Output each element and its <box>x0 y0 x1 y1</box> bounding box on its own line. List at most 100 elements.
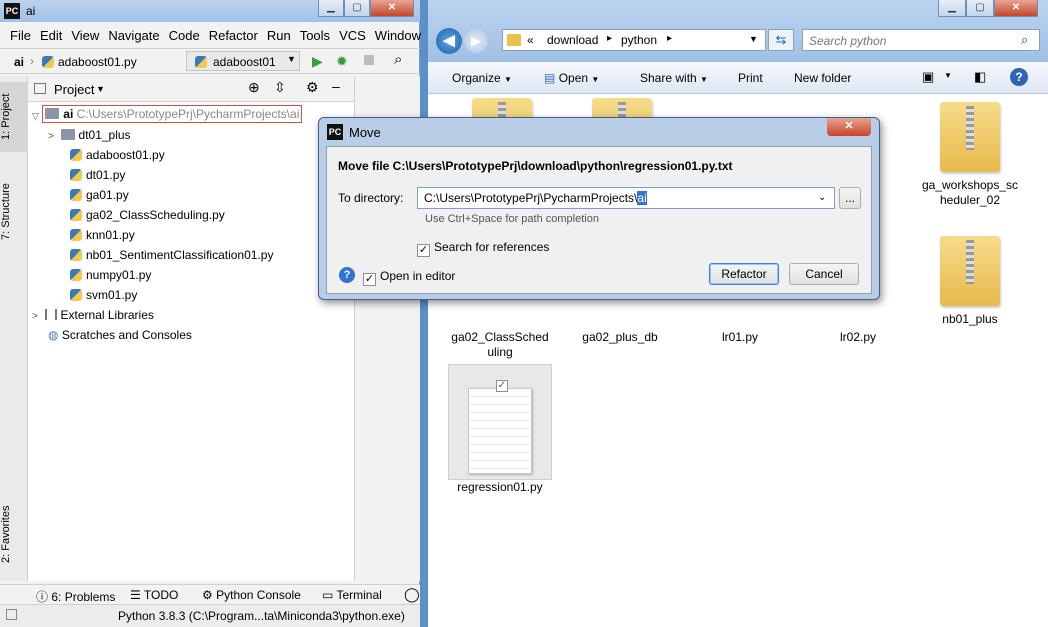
close-button[interactable]: ✕ <box>370 0 414 17</box>
tree-item[interactable]: adaboost01.py <box>70 145 165 165</box>
chevron-down-icon[interactable]: ▼ <box>96 84 105 94</box>
file-tile-selected[interactable]: ✓ regression01.py <box>448 364 552 494</box>
menu-window[interactable]: Window <box>375 28 421 43</box>
select-checkbox[interactable]: ✓ <box>496 380 508 392</box>
chevron-right-icon: > <box>32 311 38 322</box>
todo-tab[interactable]: ☰ TODO <box>130 588 178 602</box>
print-button[interactable]: Print <box>738 71 763 85</box>
minimize-button[interactable]: ▁ <box>938 0 966 17</box>
share-with-button[interactable]: Share with ▼ <box>640 71 708 85</box>
tree-item[interactable]: ga01.py <box>70 185 129 205</box>
gear-icon[interactable]: ⚙ <box>306 79 319 96</box>
command-bar: Organize ▼ ▤ Open ▼ Share with ▼ Print N… <box>428 62 1048 94</box>
refresh-icon[interactable]: ⇆ <box>768 29 794 51</box>
hide-icon[interactable]: – <box>332 78 340 94</box>
tree-external-libraries[interactable]: > External Libraries <box>32 305 154 325</box>
menu-file[interactable]: File <box>10 28 31 43</box>
maximize-button[interactable]: ▢ <box>344 0 370 17</box>
terminal-tab[interactable]: ▭ Terminal <box>322 588 382 602</box>
folder-tile[interactable]: ga_workshops_sc heduler_02 <box>914 102 1026 208</box>
chevron-down-icon[interactable]: ⌄ <box>818 192 826 203</box>
path-segment-python[interactable]: python <box>621 33 657 47</box>
tree-item[interactable]: > dt01_plus <box>48 125 131 145</box>
tree-root[interactable]: ▽ ai C:\Users\PrototypePrj\PycharmProjec… <box>32 105 303 125</box>
directory-input[interactable]: C:\Users\PrototypePrj\PycharmProjects\ai… <box>417 187 835 209</box>
menu-vcs[interactable]: VCS <box>339 28 366 43</box>
menu-navigate[interactable]: Navigate <box>108 28 159 43</box>
chevron-right-icon[interactable]: ▸ <box>607 33 612 44</box>
menu-tools[interactable]: Tools <box>300 28 330 43</box>
browse-button[interactable]: ... <box>839 187 861 209</box>
menu-run[interactable]: Run <box>267 28 291 43</box>
dialog-close-button[interactable]: ✕ <box>827 118 871 136</box>
event-log-icon[interactable]: ◯ <box>404 586 420 603</box>
menu-code[interactable]: Code <box>169 28 200 43</box>
forward-arrow-icon[interactable]: ▶ <box>464 29 488 53</box>
favorites-side-tab[interactable]: 2: Favorites <box>0 496 28 572</box>
tree-scratches[interactable]: ◍ Scratches and Consoles <box>48 325 192 345</box>
chevron-down-icon[interactable]: ▼ <box>944 71 952 80</box>
project-side-tab[interactable]: 1: Project <box>0 82 28 152</box>
layout-icon[interactable] <box>6 609 17 620</box>
run-config-select[interactable]: adaboost01 ▼ <box>186 51 300 71</box>
cancel-button[interactable]: Cancel <box>789 263 859 285</box>
nav-project[interactable]: ai <box>14 55 24 69</box>
stop-icon[interactable] <box>364 55 374 65</box>
path-segment-download[interactable]: download <box>547 33 598 47</box>
search-box[interactable]: Search python ⌕ <box>802 29 1040 51</box>
locate-icon[interactable]: ⊕ <box>248 79 260 96</box>
search-references-checkbox[interactable]: ✓ Search for references <box>417 240 549 257</box>
chevron-down-icon[interactable]: ▼ <box>749 34 758 44</box>
open-in-editor-checkbox[interactable]: ✓ Open in editor <box>363 269 455 286</box>
python-file-icon <box>70 289 82 301</box>
run-icon[interactable]: ▶ <box>312 53 323 70</box>
project-panel-title[interactable]: Project <box>54 82 94 97</box>
tree-item[interactable]: knn01.py <box>70 225 135 245</box>
menu-view[interactable]: View <box>71 28 99 43</box>
help-icon[interactable]: ? <box>1010 68 1028 86</box>
tree-item[interactable]: ga02_ClassScheduling.py <box>70 205 225 225</box>
tree-item[interactable]: numpy01.py <box>70 265 151 285</box>
organize-button[interactable]: Organize ▼ <box>452 71 512 85</box>
close-button[interactable]: ✕ <box>994 0 1038 17</box>
folder-tile[interactable]: ga02_plus_db <box>564 330 676 345</box>
file-tile[interactable]: lr01.py <box>684 330 796 345</box>
folder-tile[interactable]: nb01_plus <box>914 236 1026 327</box>
organize-label: Organize <box>452 71 501 85</box>
folder-icon <box>507 34 521 46</box>
tree-item[interactable]: svm01.py <box>70 285 137 305</box>
tree-item-label: numpy01.py <box>86 268 152 282</box>
debug-icon[interactable]: ✹ <box>336 53 348 70</box>
help-icon[interactable]: ? <box>339 267 355 283</box>
file-tile[interactable]: lr02.py <box>802 330 914 345</box>
interpreter-status[interactable]: Python 3.8.3 (C:\Program...ta\Miniconda3… <box>118 609 405 623</box>
folder-icon <box>45 108 60 119</box>
back-arrow-icon[interactable]: ◀ <box>436 28 462 54</box>
menu-edit[interactable]: Edit <box>40 28 62 43</box>
tree-item[interactable]: nb01_SentimentClassification01.py <box>70 245 273 265</box>
share-with-label: Share with <box>640 71 697 85</box>
new-folder-button[interactable]: New folder <box>794 71 851 85</box>
open-button[interactable]: ▤ Open ▼ <box>544 71 599 85</box>
view-icon[interactable]: ▣ <box>922 69 934 85</box>
maximize-button[interactable]: ▢ <box>966 0 994 17</box>
chevron-right-icon: > <box>48 131 54 142</box>
path-overflow[interactable]: « <box>527 33 534 47</box>
minimize-button[interactable]: ▁ <box>318 0 344 17</box>
collapse-icon[interactable]: ⇳ <box>274 79 286 96</box>
preview-pane-icon[interactable]: ◧ <box>974 69 986 85</box>
tree-item[interactable]: dt01.py <box>70 165 125 185</box>
problems-tab[interactable]: ⓘ 6: Problems <box>36 588 115 605</box>
search-placeholder: Search python <box>809 34 887 48</box>
menu-refactor[interactable]: Refactor <box>209 28 258 43</box>
structure-side-tab[interactable]: 7: Structure <box>0 172 28 252</box>
folder-tile[interactable]: ga02_ClassSched uling <box>444 330 556 360</box>
refactor-button[interactable]: Refactor <box>709 263 779 285</box>
python-console-tab[interactable]: ⚙ Python Console <box>202 588 301 602</box>
chevron-right-icon[interactable]: ▸ <box>667 33 672 44</box>
checkbox-checked-icon: ✓ <box>363 273 376 286</box>
address-bar[interactable]: « download ▸ python ▸ ▼ <box>502 29 766 51</box>
nav-file[interactable]: adaboost01.py <box>58 55 137 69</box>
search-icon[interactable]: ⌕ <box>394 51 402 68</box>
search-icon[interactable]: ⌕ <box>1021 32 1028 48</box>
